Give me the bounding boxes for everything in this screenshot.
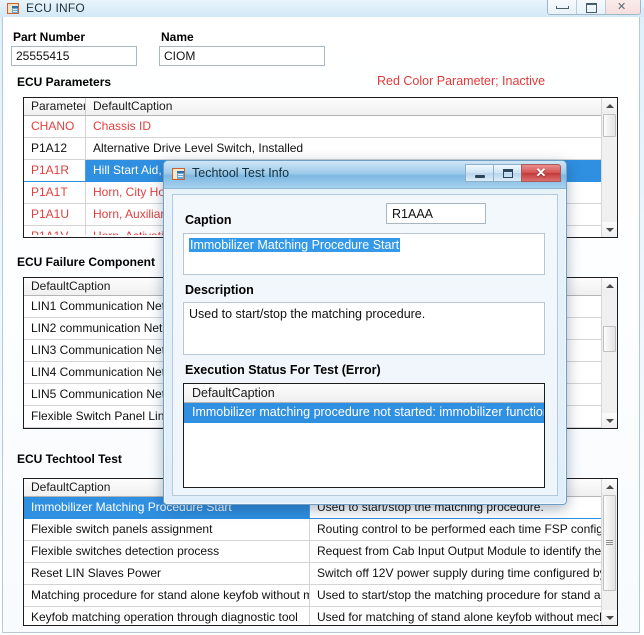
main-titlebar: ECU INFO ✕ [0, 0, 644, 17]
dialog-window-controls: ✕ [465, 164, 561, 182]
minimize-button[interactable] [548, 0, 577, 14]
caption-selected-text: Immobilizer Matching Procedure Start [189, 238, 401, 252]
cell-parameter: P1A1U [24, 204, 86, 225]
description-textbox[interactable]: Used to start/stop the matching procedur… [183, 302, 545, 355]
table-row[interactable]: Keyfob matching operation through diagno… [24, 607, 617, 625]
cell-caption: Flexible switches detection process [24, 541, 310, 562]
ecu-parameters-scrollbar[interactable] [601, 98, 617, 237]
scroll-up-icon[interactable] [602, 98, 617, 113]
scroll-up-icon[interactable] [602, 278, 617, 293]
caption-label: Caption [185, 213, 232, 227]
cell-caption: Keyfob matching operation through diagno… [24, 607, 310, 625]
scroll-down-icon[interactable] [602, 222, 617, 237]
table-row[interactable]: Flexible switch panels assignment Routin… [24, 519, 617, 541]
maximize-button[interactable] [577, 0, 606, 14]
name-input[interactable] [159, 46, 325, 66]
ecu-failure-scrollbar[interactable] [601, 278, 617, 428]
scrollbar-grip-icon [606, 540, 613, 547]
scrollbar-thumb[interactable] [603, 326, 616, 352]
cell-parameter: CHANO [24, 116, 86, 137]
cell-caption: Alternative Drive Level Switch, Installe… [93, 141, 304, 155]
ecu-parameters-header: Parameter( DefaultCaption [24, 98, 617, 116]
cell-description: Routing control to be performed each tim… [317, 522, 617, 536]
main-window-controls: ✕ [547, 0, 641, 15]
techtool-test-info-dialog[interactable]: Techtool Test Info ✕ Caption Immobilizer… [163, 160, 567, 505]
table-row[interactable]: P1A12 Alternative Drive Level Switch, In… [24, 138, 617, 160]
close-button[interactable]: ✕ [606, 0, 640, 14]
close-icon: ✕ [535, 165, 547, 180]
table-row[interactable]: Flexible switches detection process Requ… [24, 541, 617, 563]
cell-description: Used to start/stop the matching procedur… [317, 588, 617, 602]
app-form-icon [172, 168, 185, 180]
test-code-input[interactable] [386, 203, 486, 224]
table-row[interactable]: CHANO Chassis ID [24, 116, 617, 138]
execution-status-label: Execution Status For Test (Error) [185, 363, 381, 377]
minimize-icon [556, 6, 569, 9]
cell-caption: Chassis ID [93, 119, 152, 133]
execution-status-grid[interactable]: DefaultCaption Immobilizer matching proc… [183, 383, 545, 488]
execution-column-header: DefaultCaption [184, 384, 544, 403]
table-row[interactable]: Reset LIN Slaves Power Switch off 12V po… [24, 563, 617, 585]
minimize-icon [475, 175, 485, 178]
cell-parameter: P1A1R [24, 160, 86, 181]
caption-textbox[interactable]: Immobilizer Matching Procedure Start [183, 233, 545, 275]
table-row[interactable]: Matching procedure for stand alone keyfo… [24, 585, 617, 607]
part-number-label: Part Number [13, 30, 86, 44]
ecu-failure-components-title: ECU Failure Component [17, 255, 156, 269]
scroll-down-icon[interactable] [602, 413, 617, 428]
cell-caption: Reset LIN Slaves Power [24, 563, 310, 584]
scrollbar-thumb[interactable] [603, 495, 616, 591]
name-label: Name [161, 30, 194, 44]
dialog-close-button[interactable]: ✕ [521, 164, 561, 182]
cell-description: Request from Cab Input Output Module to … [317, 544, 617, 558]
cell-description: Switch off 12V power supply during time … [317, 566, 617, 580]
close-icon: ✕ [617, 1, 627, 13]
maximize-icon [503, 169, 513, 178]
dialog-minimize-button[interactable] [465, 164, 493, 182]
dialog-body: Caption Immobilizer Matching Procedure S… [172, 194, 558, 496]
ecu-techtool-rows: Immobilizer Matching Procedure Start Use… [24, 497, 617, 625]
cell-caption: Flexible switch panels assignment [24, 519, 310, 540]
main-window-title: ECU INFO [26, 1, 85, 15]
dialog-maximize-button[interactable] [493, 164, 521, 182]
dialog-titlebar[interactable]: Techtool Test Info ✕ [164, 161, 566, 189]
ecu-techtool-scrollbar[interactable] [601, 479, 617, 625]
scroll-down-icon[interactable] [602, 610, 617, 625]
scrollbar-thumb[interactable] [603, 114, 616, 137]
dialog-title: Techtool Test Info [192, 166, 290, 180]
cell-description: Used for matching of stand alone keyfob … [317, 610, 617, 624]
scroll-up-icon[interactable] [602, 479, 617, 494]
ecu-techtool-test-title: ECU Techtool Test [17, 452, 122, 466]
cell-parameter: P1A1T [24, 182, 86, 203]
app-form-icon [7, 3, 19, 14]
description-label: Description [185, 283, 254, 297]
column-header-defaultcaption: DefaultCaption [93, 99, 173, 113]
column-header-parameter: Parameter( [24, 98, 86, 115]
description-text: Used to start/stop the matching procedur… [189, 307, 426, 321]
part-number-input[interactable] [11, 46, 137, 66]
maximize-icon [586, 3, 597, 13]
cell-caption: Matching procedure for stand alone keyfo… [24, 585, 310, 606]
cell-parameter: P1A12 [24, 138, 86, 159]
ecu-parameters-title: ECU Parameters [17, 75, 112, 89]
cell-parameter: P1A1V [24, 226, 86, 235]
execution-row-selected[interactable]: Immobilizer matching procedure not start… [184, 403, 544, 423]
red-color-note: Red Color Parameter; Inactive [377, 74, 546, 88]
application-window: ECU INFO ✕ Part Number Name ECU Paramete… [0, 0, 644, 635]
